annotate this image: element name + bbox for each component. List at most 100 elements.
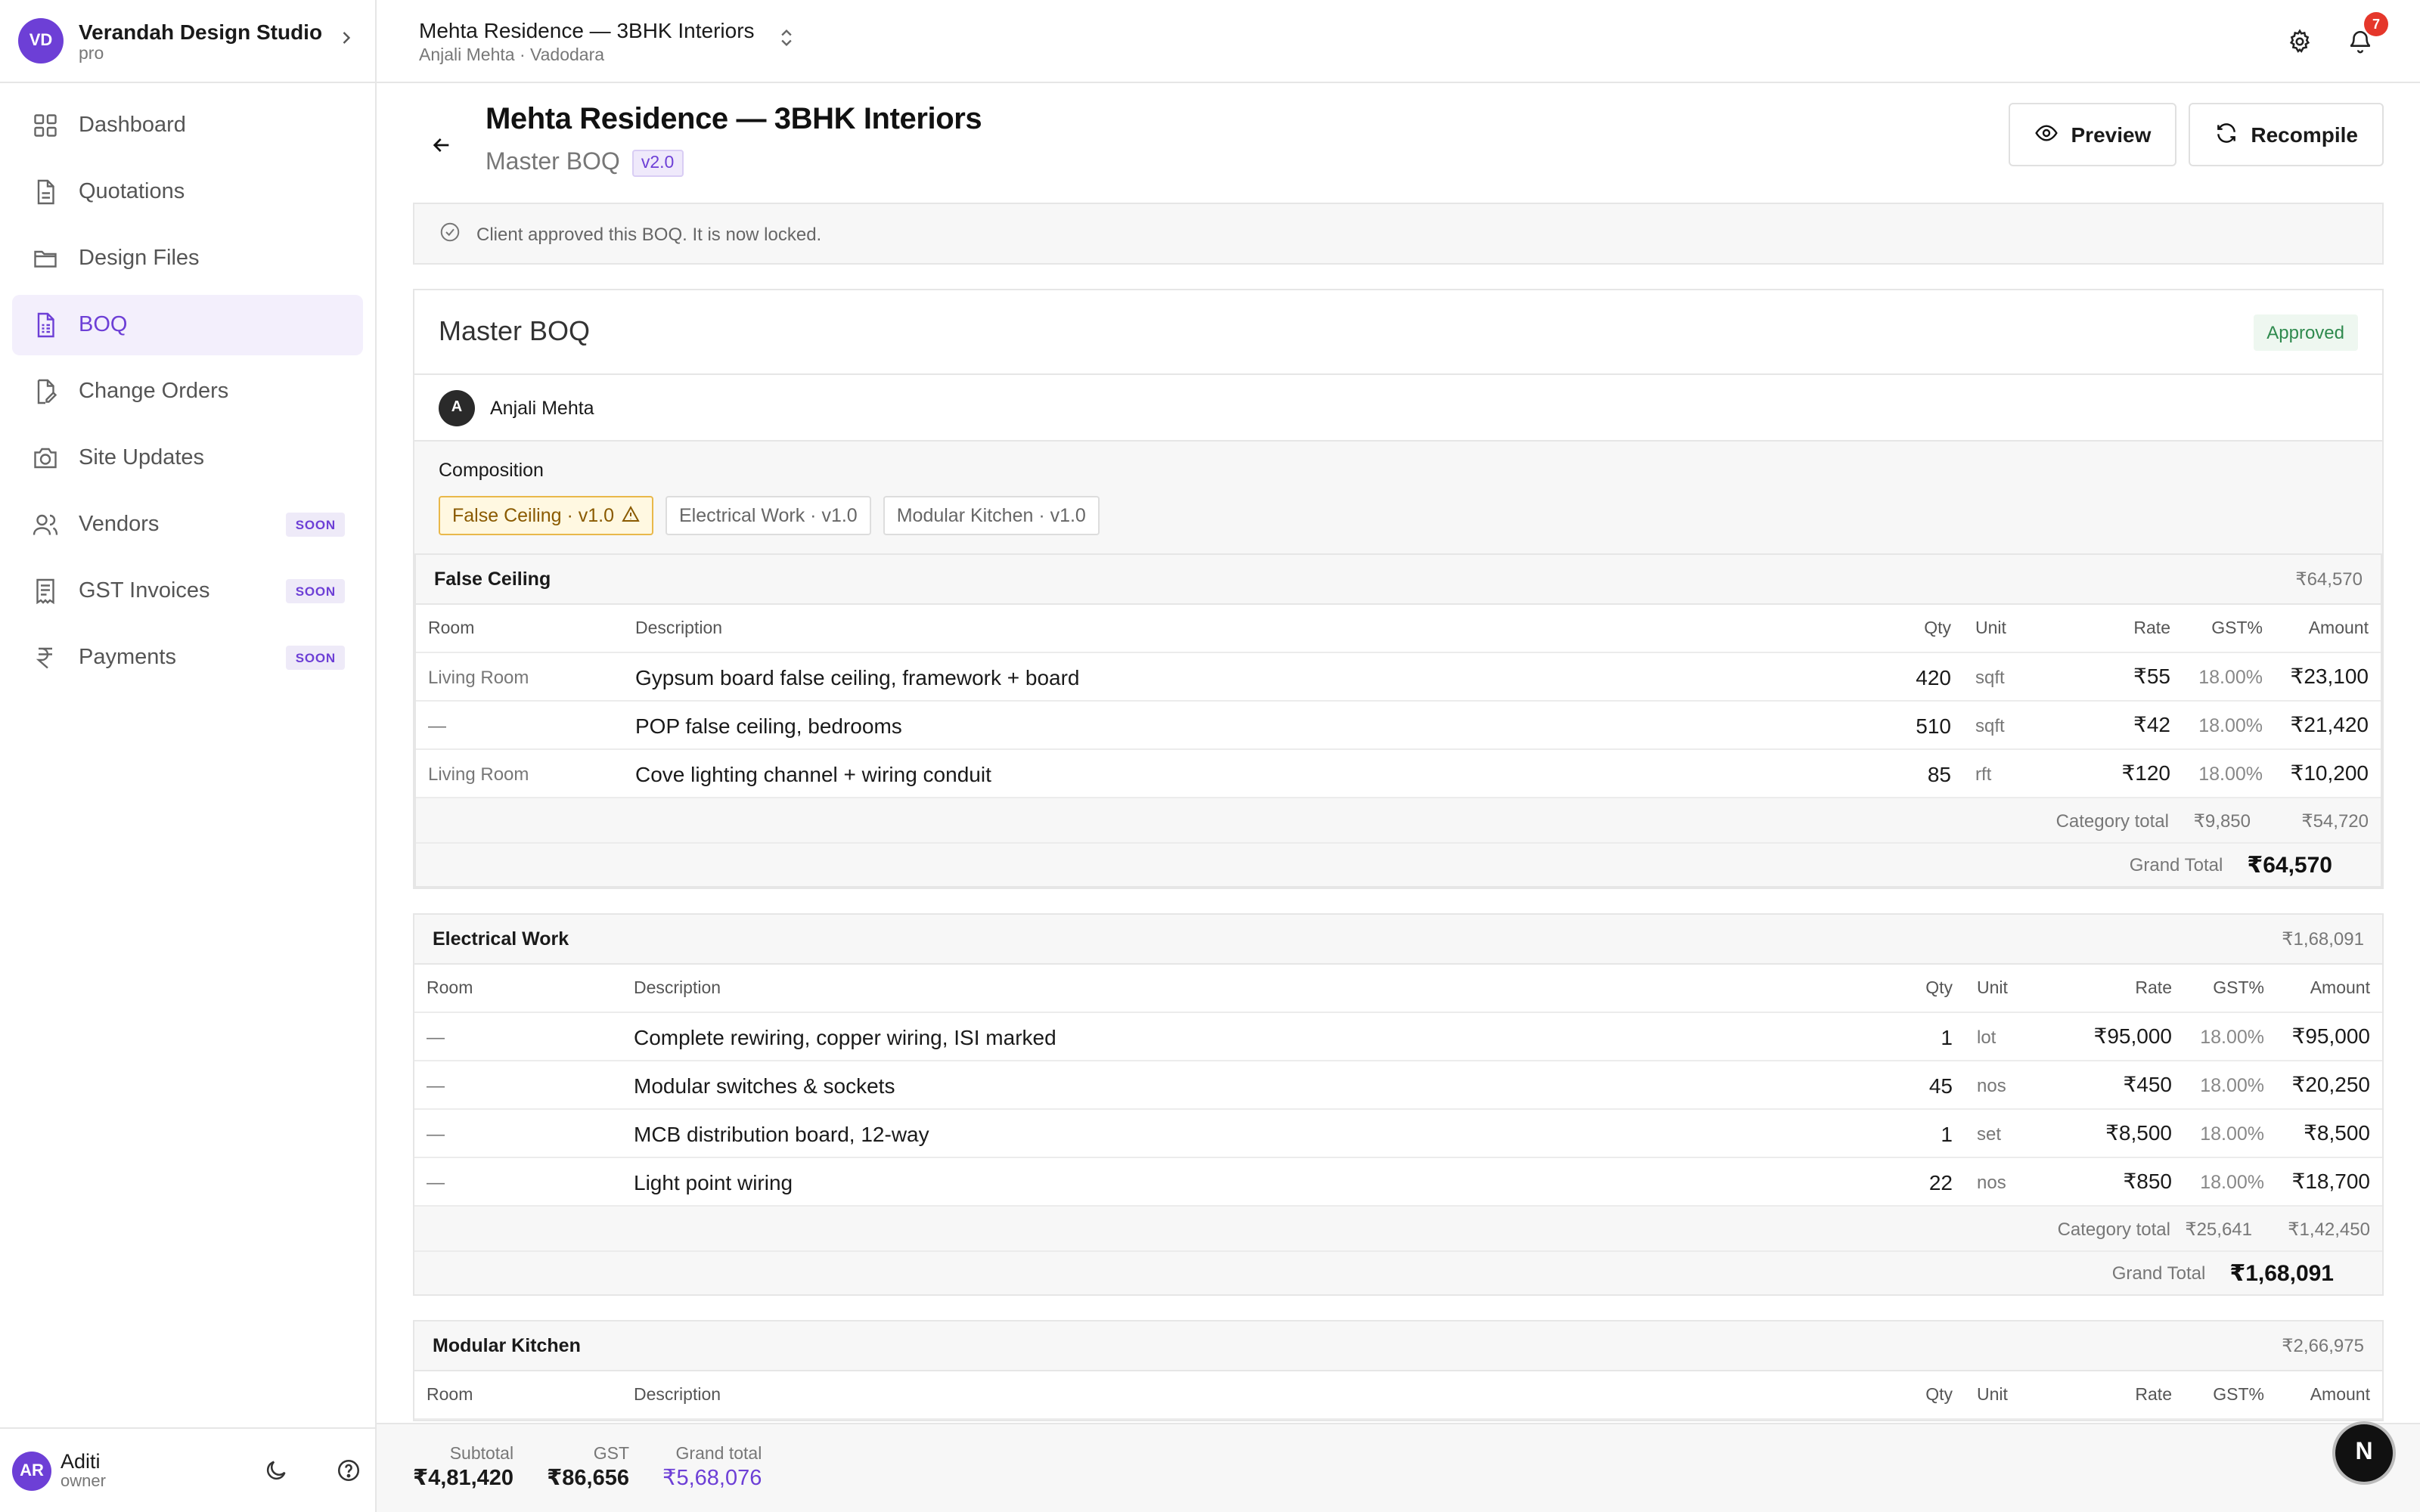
cell-gst: 18.00% xyxy=(2200,1171,2264,1192)
col-description: Description xyxy=(635,619,723,637)
col-gst: GST% xyxy=(2213,979,2264,997)
col-rate: Rate xyxy=(2135,1386,2172,1404)
cell-amount: ₹21,420 xyxy=(2290,712,2369,736)
gear-icon[interactable] xyxy=(2281,23,2317,59)
cell-rate: ₹120 xyxy=(2121,761,2170,785)
cell-room: — xyxy=(428,714,446,736)
category-total-row: Category total ₹25,641 ₹1,42,450 xyxy=(414,1207,2382,1252)
project-switcher[interactable]: Mehta Residence — 3BHK Interiors Anjali … xyxy=(419,17,755,64)
table-row[interactable]: — POP false ceiling, bedrooms 510 sqft ₹… xyxy=(416,702,2381,750)
table-row[interactable]: — Modular switches & sockets 45 nos ₹450… xyxy=(414,1061,2382,1110)
preview-button-label: Preview xyxy=(2071,122,2152,147)
cell-gst: 18.00% xyxy=(2200,1123,2264,1144)
grand-total-label: Grand Total xyxy=(2111,1263,2206,1284)
sidebar-item-site-updates[interactable]: Site Updates xyxy=(12,428,363,488)
cell-description: Cove lighting channel + wiring conduit xyxy=(635,761,991,785)
content-scroll[interactable]: Mehta Residence — 3BHK Interiors Master … xyxy=(377,83,2420,1423)
cell-unit: sqft xyxy=(1975,666,2005,687)
workspace-avatar: VD xyxy=(18,18,64,64)
col-qty: Qty xyxy=(1925,979,1953,997)
workspace-switcher[interactable]: VD Verandah Design Studio pro xyxy=(0,0,375,83)
sidebar-item-quotations[interactable]: Quotations xyxy=(12,162,363,222)
sidebar-item-label: GST Invoices xyxy=(79,579,210,603)
composition: Composition False Ceiling · v1.0 Electri… xyxy=(414,442,2382,555)
col-description: Description xyxy=(634,1386,721,1404)
col-gst: GST% xyxy=(2213,1386,2264,1404)
composition-chip[interactable]: Modular Kitchen · v1.0 xyxy=(883,496,1100,535)
page-title: Mehta Residence — 3BHK Interiors xyxy=(486,103,982,136)
check-circle-icon xyxy=(439,220,476,247)
cell-room: Living Room xyxy=(428,763,529,784)
col-qty: Qty xyxy=(1925,1386,1953,1404)
cell-rate: ₹8,500 xyxy=(2105,1120,2172,1145)
help-icon[interactable] xyxy=(333,1455,363,1486)
sidebar-item-gst-invoices[interactable]: GST Invoices SOON xyxy=(12,561,363,621)
avatar: A xyxy=(439,389,475,426)
arrow-left-icon xyxy=(430,138,454,163)
author-row: A Anjali Mehta xyxy=(414,375,2382,442)
users-icon xyxy=(30,510,60,540)
category-amount: ₹1,42,450 xyxy=(2288,1218,2370,1239)
col-rate: Rate xyxy=(2133,619,2170,637)
spreadsheet-icon xyxy=(30,310,60,340)
sidebar-item-design-files[interactable]: Design Files xyxy=(12,228,363,289)
sidebar-item-payments[interactable]: Payments SOON xyxy=(12,627,363,688)
topbar: Mehta Residence — 3BHK Interiors Anjali … xyxy=(377,0,2420,83)
sidebar-item-vendors[interactable]: Vendors SOON xyxy=(12,494,363,555)
col-amount: Amount xyxy=(2308,619,2369,637)
bell-icon[interactable]: 7 xyxy=(2341,12,2388,59)
chevron-right-icon xyxy=(336,26,357,55)
sidebar-item-change-orders[interactable]: Change Orders xyxy=(12,361,363,422)
cell-gst: 18.00% xyxy=(2200,1026,2264,1047)
sidebar-item-label: Design Files xyxy=(79,246,200,271)
sidebar-item-boq[interactable]: BOQ xyxy=(12,295,363,355)
edit-document-icon xyxy=(30,376,60,407)
subtotal-value: ₹4,81,420 xyxy=(413,1467,514,1491)
table-row[interactable]: — MCB distribution board, 12-way 1 set ₹… xyxy=(414,1110,2382,1158)
cell-amount: ₹10,200 xyxy=(2290,761,2369,785)
col-room: Room xyxy=(428,619,475,637)
recompile-button[interactable]: Recompile xyxy=(2189,103,2384,166)
boq-section-modular-kitchen: Modular Kitchen ₹2,66,975 Room Descripti… xyxy=(413,1320,2384,1421)
section-name: False Ceiling xyxy=(434,569,551,590)
soon-badge: SOON xyxy=(286,513,345,537)
back-button[interactable] xyxy=(413,103,470,165)
composition-chip[interactable]: Electrical Work · v1.0 xyxy=(666,496,871,535)
cell-rate: ₹55 xyxy=(2133,664,2170,688)
grand-total-row: Grand Total ₹1,68,091 xyxy=(414,1252,2382,1294)
cell-room: Living Room xyxy=(428,666,529,687)
assistant-button[interactable]: N xyxy=(2335,1424,2393,1482)
table-row[interactable]: Living Room Gypsum board false ceiling, … xyxy=(416,653,2381,702)
preview-button[interactable]: Preview xyxy=(2009,103,2177,166)
category-amount: ₹54,720 xyxy=(2301,810,2369,831)
avatar[interactable]: AR xyxy=(12,1451,51,1490)
category-total-label: Category total xyxy=(2055,810,2169,831)
recompile-button-label: Recompile xyxy=(2251,122,2358,147)
grand-total-summary-label: Grand total xyxy=(675,1445,762,1464)
alert-text: Client approved this BOQ. It is now lock… xyxy=(476,223,822,244)
receipt-icon xyxy=(30,576,60,606)
project-title: Mehta Residence — 3BHK Interiors xyxy=(419,17,755,42)
composition-label: Composition xyxy=(439,460,544,481)
composition-chip[interactable]: False Ceiling · v1.0 xyxy=(439,496,653,535)
table-row[interactable]: — Light point wiring 22 nos ₹850 18.00% … xyxy=(414,1158,2382,1207)
cell-description: Complete rewiring, copper wiring, ISI ma… xyxy=(634,1024,1056,1049)
section-total: ₹64,570 xyxy=(2295,569,2363,590)
table-header: Room Description Qty Unit Rate GST% Amou… xyxy=(416,605,2381,653)
notification-count-badge: 7 xyxy=(2364,12,2388,36)
boq-section-false-ceiling: False Ceiling ₹64,570 Room Description Q… xyxy=(414,555,2382,888)
table-row[interactable]: — Complete rewiring, copper wiring, ISI … xyxy=(414,1013,2382,1061)
col-amount: Amount xyxy=(2310,1386,2370,1404)
sidebar-item-label: Quotations xyxy=(79,180,185,204)
sidebar-item-label: Vendors xyxy=(79,513,160,537)
user-name: Aditi xyxy=(60,1450,101,1473)
category-total-label: Category total xyxy=(2057,1218,2170,1239)
sidebar-item-dashboard[interactable]: Dashboard xyxy=(12,95,363,156)
moon-icon[interactable] xyxy=(260,1455,290,1486)
chevron-up-down-icon[interactable] xyxy=(776,23,797,58)
boq-card: Master BOQ Approved A Anjali Mehta Compo… xyxy=(413,289,2384,889)
cell-description: MCB distribution board, 12-way xyxy=(634,1121,929,1145)
section-total: ₹1,68,091 xyxy=(2282,928,2364,950)
table-row[interactable]: Living Room Cove lighting channel + wiri… xyxy=(416,750,2381,798)
boq-title: Master BOQ xyxy=(439,316,591,346)
